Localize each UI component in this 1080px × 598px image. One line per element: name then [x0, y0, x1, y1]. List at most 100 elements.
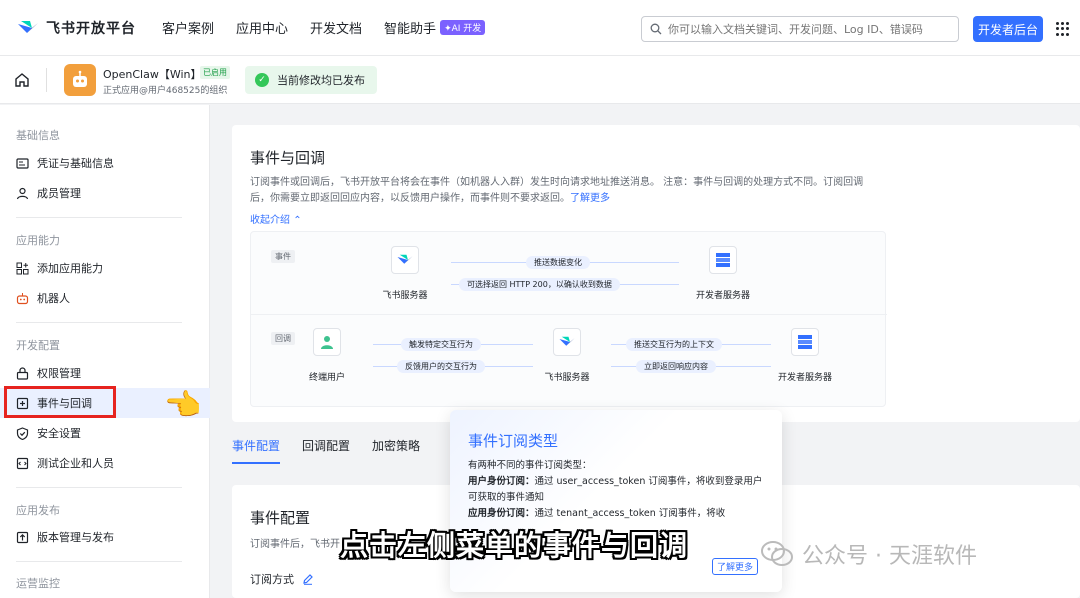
dev-server-label: 开发者服务器 — [777, 373, 832, 383]
popover-app-text: 通过 tenant_access_token 订阅事件，将收 — [534, 508, 726, 519]
nav-link-cases[interactable]: 客户案例 — [162, 18, 214, 37]
sidebar-item-bot[interactable]: 机器人 — [0, 283, 210, 313]
divider — [251, 314, 887, 315]
lock-icon — [16, 366, 29, 380]
event-config-desc: 订阅事件后，飞书开 — [250, 539, 340, 550]
return-now-label: 立即返回响应内容 — [636, 360, 716, 373]
nav-link-app-center[interactable]: 应用中心 — [236, 18, 288, 37]
shield-icon — [16, 426, 29, 440]
feedback-label: 反馈用户的交互行为 — [397, 360, 485, 373]
collapse-intro-label: 收起介绍 — [250, 215, 290, 226]
nav-link-assistant[interactable]: 智能助手 ✦AI 开发 — [384, 18, 486, 37]
search-input[interactable] — [668, 22, 958, 36]
learn-more-link[interactable]: 了解更多 — [570, 193, 610, 204]
video-subtitle: 点击左侧菜单的事件与回调 — [340, 529, 689, 562]
tab-event-config[interactable]: 事件配置 — [232, 437, 281, 464]
popover-user-label: 用户身份订阅： — [468, 476, 535, 487]
subscription-mode-label: 订阅方式 — [250, 573, 294, 586]
check-icon: ✓ — [255, 73, 269, 87]
page-description: 订阅事件或回调后，飞书开放平台将会在事件（如机器人入群）发生时向请求地址推送消息… — [250, 175, 880, 207]
nav-links: 客户案例 应用中心 开发文档 智能助手 ✦AI 开发 — [162, 18, 507, 37]
config-tabs: 事件配置 回调配置 加密策略 — [232, 437, 442, 464]
sidebar-item-label: 凭证与基础信息 — [37, 157, 114, 170]
subscription-mode: 订阅方式 — [250, 571, 314, 587]
app-status-tag: 已启用 — [200, 66, 230, 79]
sidebar: 基础信息 凭证与基础信息 成员管理 应用能力 添加应用能力 机器人 开发配置 权… — [0, 105, 210, 598]
push-change-label: 推送数据变化 — [526, 256, 590, 269]
event-tag: 事件 — [271, 250, 295, 263]
search-box[interactable] — [641, 16, 959, 42]
app-org: 正式应用@用户468525的组织 — [103, 86, 228, 96]
popover-app-label: 应用身份订阅： — [468, 508, 535, 519]
subscription-type-popover: 事件订阅类型 有两种不同的事件订阅类型： 用户身份订阅：通过 user_acce… — [450, 410, 782, 592]
popover-intro: 有两种不同的事件订阅类型： — [468, 460, 592, 471]
end-user-icon — [313, 328, 341, 356]
test-icon — [16, 457, 29, 469]
publish-status: ✓ 当前修改均已发布 — [245, 66, 377, 94]
feishu-server-icon — [553, 328, 581, 356]
page-title: 事件与回调 — [250, 149, 326, 167]
popover-learn-more-button[interactable]: 了解更多 — [712, 558, 759, 575]
feishu-logo-icon — [18, 20, 38, 33]
robot-avatar-icon — [73, 70, 87, 87]
watermark-text: 公众号 · 天涯软件 — [802, 544, 977, 569]
push-context-label: 推送交互行为的上下文 — [626, 338, 722, 351]
developer-console-button[interactable]: 开发者后台 — [973, 16, 1043, 42]
optional-return-label: 可选择返回 HTTP 200，以确认收到数据 — [459, 278, 620, 291]
sidebar-group-basic: 基础信息 — [16, 129, 60, 142]
dev-server-icon — [791, 328, 819, 356]
sidebar-item-permissions[interactable]: 权限管理 — [0, 358, 210, 388]
sidebar-item-credentials[interactable]: 凭证与基础信息 — [0, 148, 210, 178]
add-capability-icon — [16, 262, 29, 274]
app-bar: OpenClaw【Win】 已启用 正式应用@用户468525的组织 ✓ 当前修… — [0, 56, 1080, 104]
tab-encryption[interactable]: 加密策略 — [372, 437, 420, 464]
sidebar-group-capability: 应用能力 — [16, 234, 60, 247]
sidebar-group-operations: 运营监控 — [16, 577, 60, 590]
app-grid-icon[interactable] — [1056, 22, 1070, 36]
ai-badge: ✦AI 开发 — [440, 20, 486, 35]
feishu-server-icon — [391, 246, 419, 274]
watermark: 公众号 · 天涯软件 — [760, 538, 977, 570]
flow-diagram: 事件 飞书服务器 推送数据变化 可选择返回 HTTP 200，以确认收到数据 开… — [250, 231, 887, 407]
app-name[interactable]: OpenClaw【Win】 — [103, 66, 202, 82]
robot-icon — [16, 292, 29, 304]
sidebar-item-label: 版本管理与发布 — [37, 531, 114, 544]
sidebar-item-add-capability[interactable]: 添加应用能力 — [0, 253, 210, 283]
divider — [16, 217, 182, 218]
collapse-intro-link[interactable]: 收起介绍 ⌃ — [250, 211, 302, 226]
app-avatar — [64, 64, 96, 96]
upload-icon — [16, 531, 29, 543]
dev-server-icon — [709, 246, 737, 274]
sidebar-item-label: 成员管理 — [37, 187, 81, 200]
popover-title: 事件订阅类型 — [468, 432, 559, 450]
sidebar-item-test-tenant[interactable]: 测试企业和人员 — [0, 448, 210, 478]
nav-link-docs[interactable]: 开发文档 — [310, 18, 362, 37]
sidebar-item-members[interactable]: 成员管理 — [0, 178, 210, 208]
feishu-server-label: 飞书服务器 — [382, 291, 428, 301]
tab-callback-config[interactable]: 回调配置 — [302, 437, 350, 464]
popover-body: 有两种不同的事件订阅类型： 用户身份订阅：通过 user_access_toke… — [468, 458, 768, 522]
popover-app-subscription: 应用身份订阅：通过 tenant_access_token 订阅事件，将收 — [468, 506, 768, 522]
feishu-server-label: 飞书服务器 — [544, 373, 590, 383]
end-user-label: 终端用户 — [308, 373, 345, 383]
dev-server-label: 开发者服务器 — [695, 291, 750, 301]
wechat-icon — [761, 541, 793, 566]
sidebar-item-label: 安全设置 — [37, 427, 81, 440]
events-callbacks-card: 事件与回调 订阅事件或回调后，飞书开放平台将会在事件（如机器人入群）发生时向请求… — [232, 125, 1080, 422]
divider — [16, 487, 182, 488]
brand-logo[interactable]: 飞书开放平台 — [16, 18, 156, 38]
sidebar-item-label: 机器人 — [37, 292, 70, 305]
chevron-up-icon: ⌃ — [293, 215, 302, 226]
sidebar-item-versions[interactable]: 版本管理与发布 — [0, 522, 210, 552]
search-icon — [650, 23, 662, 35]
sidebar-item-label: 测试企业和人员 — [37, 457, 114, 470]
divider — [46, 68, 47, 92]
publish-status-text: 当前修改均已发布 — [277, 74, 365, 87]
edit-icon[interactable] — [302, 573, 314, 585]
description-text: 订阅事件或回调后，飞书开放平台将会在事件（如机器人入群）发生时向请求地址推送消息… — [250, 177, 864, 204]
home-icon[interactable] — [14, 72, 30, 88]
highlight-box — [4, 386, 116, 418]
popover-user-subscription: 用户身份订阅：通过 user_access_token 订阅事件，将收到登录用户… — [468, 474, 768, 506]
pointing-hand-icon: 👈 — [164, 388, 202, 423]
divider — [16, 561, 182, 562]
